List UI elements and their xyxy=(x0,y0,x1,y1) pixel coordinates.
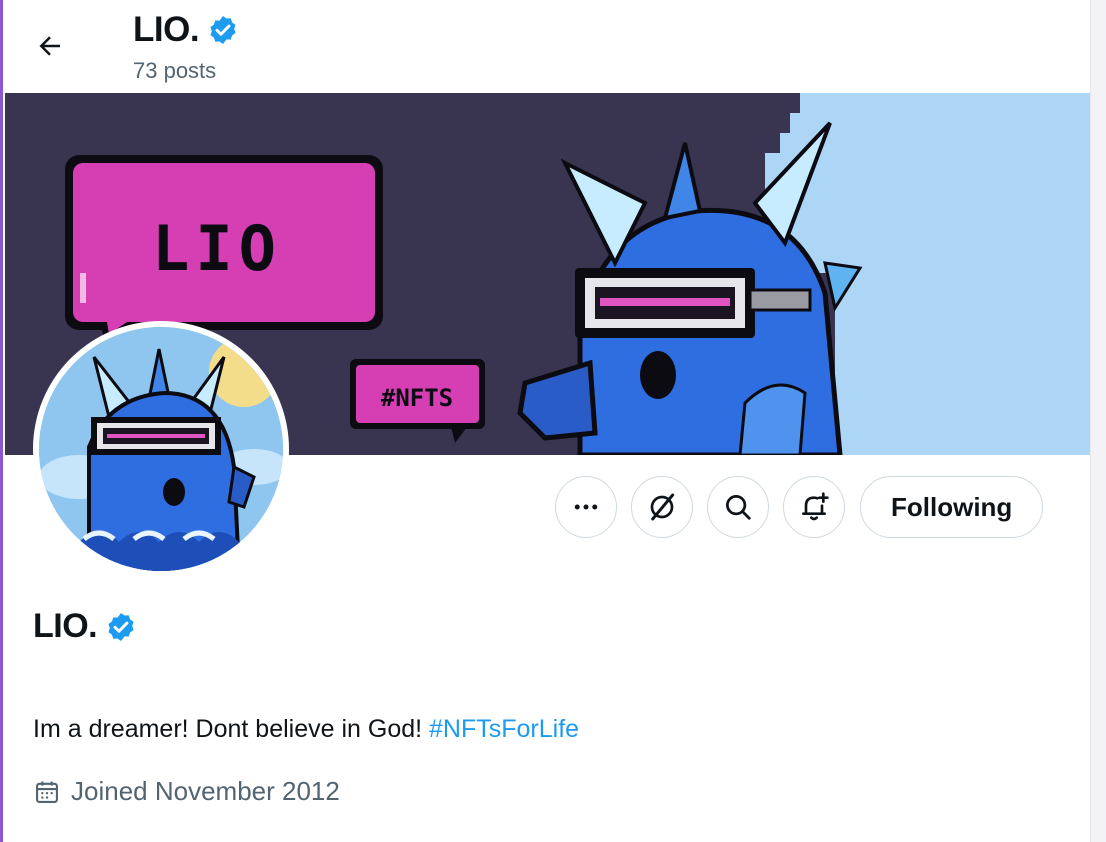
profile-actions: Following xyxy=(555,476,1044,538)
scrollbar-track[interactable] xyxy=(1090,0,1106,842)
bio-hashtag-link[interactable]: #NFTsForLife xyxy=(429,715,579,743)
arrow-left-icon xyxy=(39,36,60,56)
profile-name-row: LIO. xyxy=(33,607,137,646)
search-icon xyxy=(726,495,751,520)
profile-avatar[interactable] xyxy=(33,321,289,577)
avatar-art xyxy=(39,327,283,571)
header-name: LIO. xyxy=(133,10,200,49)
following-button[interactable]: Following xyxy=(860,476,1044,538)
grok-icon xyxy=(650,493,675,521)
verified-badge-icon xyxy=(108,612,134,641)
profile-name: LIO. xyxy=(33,607,98,645)
banner-speech-text: LIO xyxy=(152,212,282,285)
bell-plus-icon xyxy=(802,492,829,521)
search-profile-button[interactable] xyxy=(707,476,769,538)
header-title: LIO. xyxy=(133,10,239,50)
back-button[interactable] xyxy=(30,28,70,64)
banner-hashtag-text: #NFTS xyxy=(381,384,453,412)
grok-button[interactable] xyxy=(631,476,693,538)
verified-badge-icon xyxy=(210,16,236,44)
post-count: 73 posts xyxy=(133,58,217,83)
notifications-button[interactable] xyxy=(783,476,845,538)
calendar-icon xyxy=(36,781,58,803)
more-options-button[interactable] xyxy=(555,476,617,538)
ellipsis-icon xyxy=(574,504,598,510)
window-left-edge xyxy=(0,0,3,842)
bio-text: Im a dreamer! Dont believe in God! xyxy=(33,715,430,743)
profile-bio: Im a dreamer! Dont believe in God! #NFTs… xyxy=(33,715,579,744)
joined-text: Joined November 2012 xyxy=(71,776,340,806)
joined-date: Joined November 2012 xyxy=(33,776,340,807)
